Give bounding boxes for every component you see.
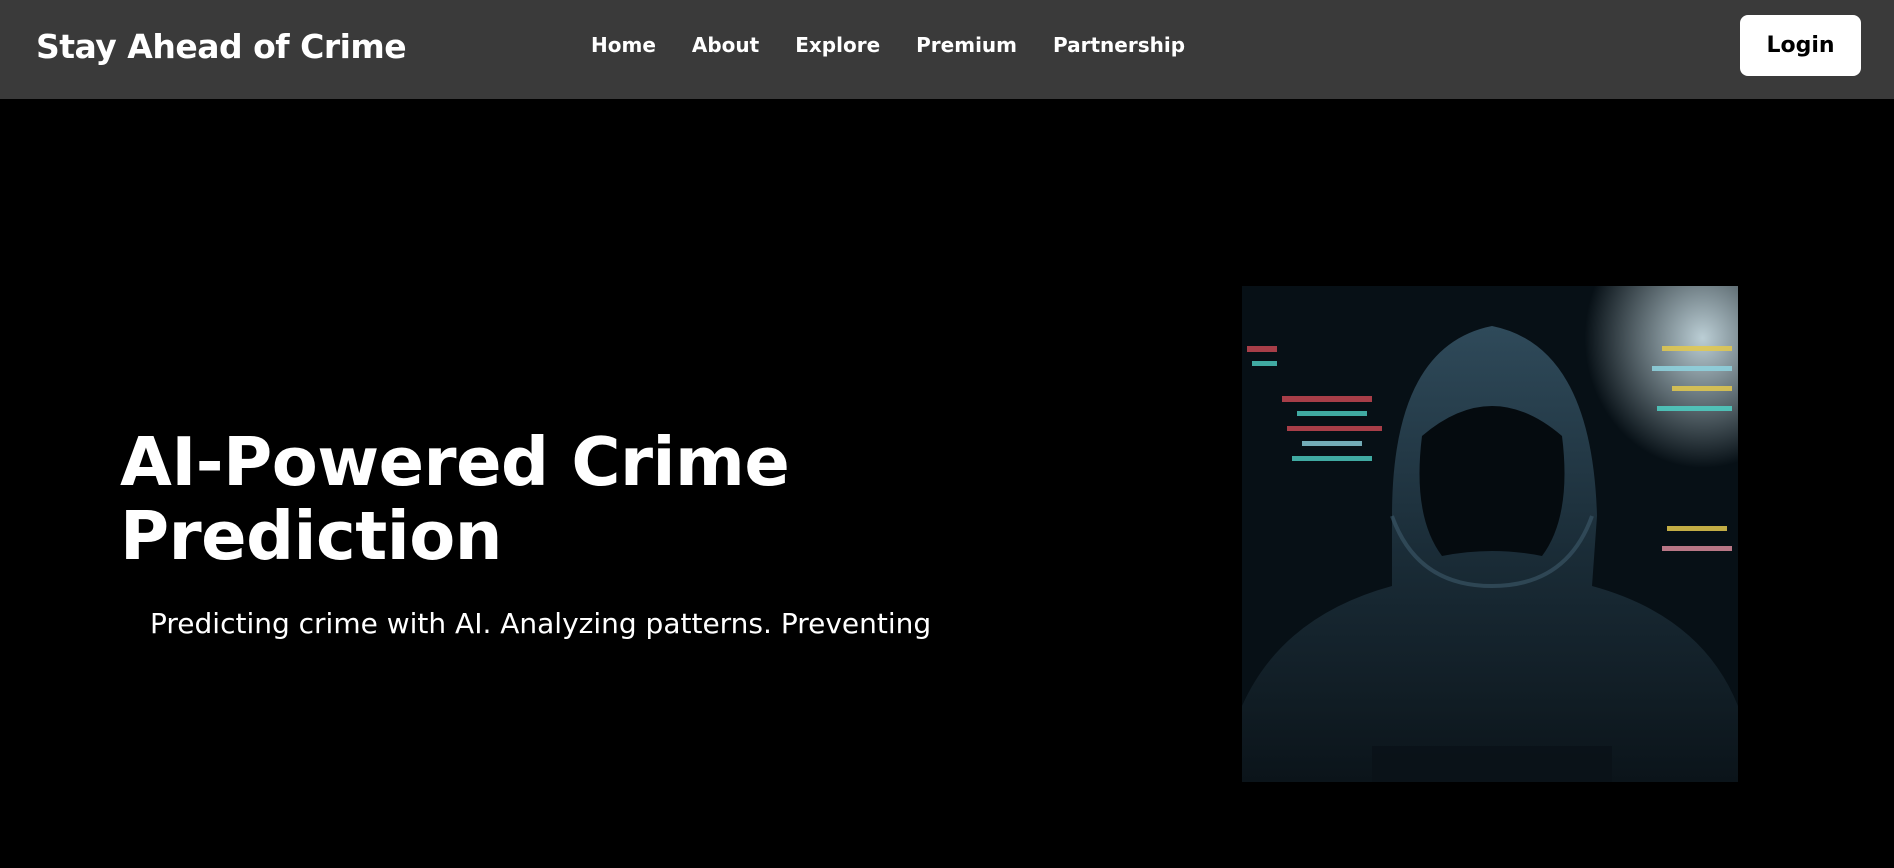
nav-link-about[interactable]: About: [692, 33, 759, 57]
navbar: Stay Ahead of Crime Home About Explore P…: [0, 0, 1894, 99]
hooded-figure-illustration: [1242, 286, 1738, 782]
nav-link-home[interactable]: Home: [591, 33, 656, 57]
nav-link-explore[interactable]: Explore: [795, 33, 880, 57]
hero-title: AI-Powered Crime Prediction: [120, 423, 790, 575]
nav-links: Home About Explore Premium Partnership: [591, 33, 1185, 57]
login-button[interactable]: Login: [1740, 15, 1861, 76]
nav-link-premium[interactable]: Premium: [916, 33, 1017, 57]
brand-title[interactable]: Stay Ahead of Crime: [36, 27, 407, 66]
hero-subtitle: Predicting crime with AI. Analyzing patt…: [150, 607, 932, 640]
hooded-figure-image: [1242, 286, 1738, 782]
nav-link-partnership[interactable]: Partnership: [1053, 33, 1185, 57]
